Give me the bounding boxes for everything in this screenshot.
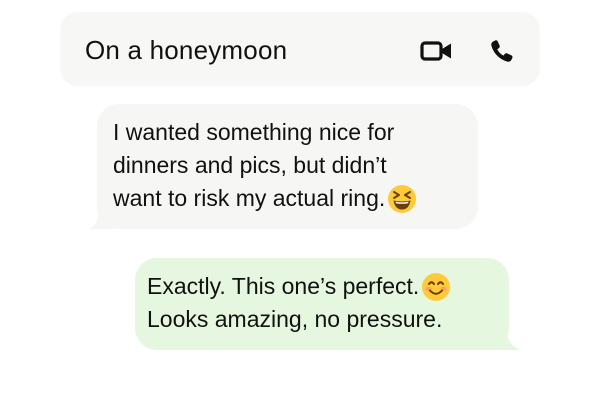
message-line-with-emoji: Exactly. This one’s perfect. — [147, 270, 509, 303]
grinning-squinting-face-icon — [387, 184, 417, 214]
message-line-text: want to risk my actual ring. — [113, 185, 386, 211]
phone-call-button[interactable] — [488, 37, 522, 65]
smiling-face-icon — [421, 272, 451, 302]
message-line-text: Exactly. This one’s perfect. — [147, 273, 420, 299]
message-line: I wanted something nice for — [113, 119, 395, 145]
chat-title: On a honeymoon — [85, 35, 288, 65]
video-call-button[interactable] — [420, 37, 454, 65]
outgoing-message-bubble: Exactly. This one’s perfect. Looks amazi… — [135, 258, 509, 350]
message-line: Looks amazing, no pressure. — [147, 306, 443, 332]
incoming-message-bubble: I wanted something nice for dinners and … — [97, 104, 478, 229]
message-line: dinners and pics, but didn’t — [113, 152, 387, 178]
chat-header: On a honeymoon — [60, 12, 540, 86]
phone-call-icon — [491, 40, 513, 62]
video-call-icon — [420, 41, 451, 61]
message-line-with-emoji: want to risk my actual ring. — [113, 182, 478, 215]
